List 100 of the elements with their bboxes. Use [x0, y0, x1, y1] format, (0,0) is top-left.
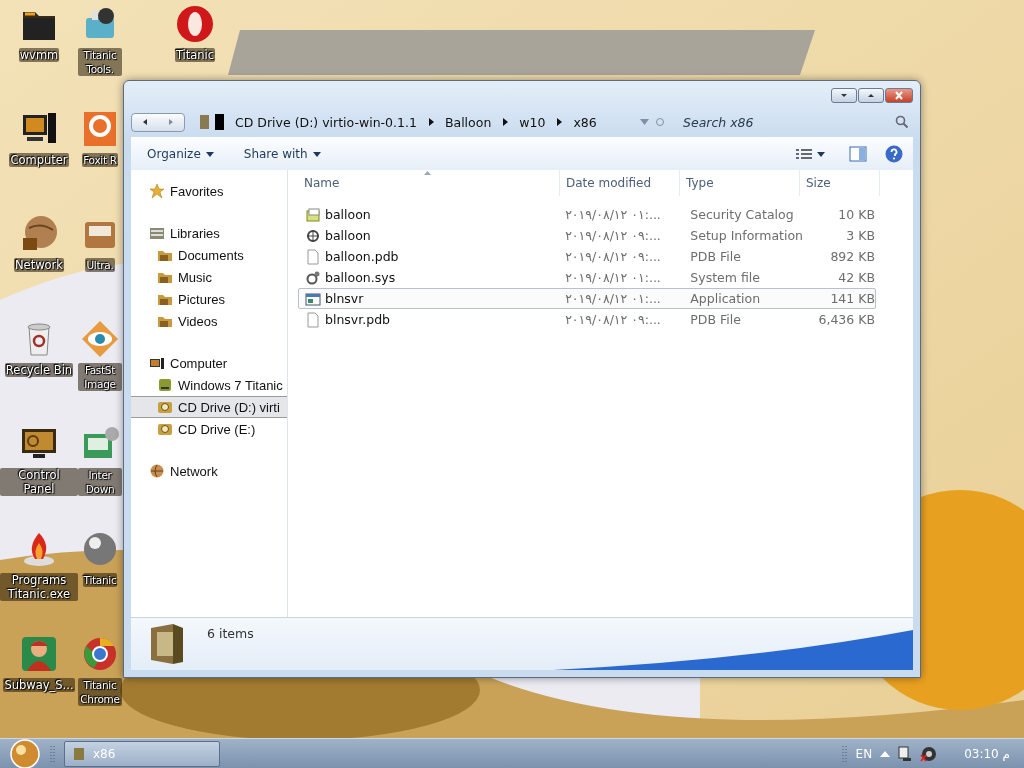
folder-icon	[73, 746, 85, 761]
icon-label[interactable]: Foxit R	[82, 153, 118, 167]
icon-label[interactable]: Subway_S...	[3, 678, 75, 692]
nav-item[interactable]: CD Drive (D:) virti	[131, 396, 287, 418]
file-name: balloon.sys	[325, 270, 396, 285]
size-cell-text: 141 KB	[829, 291, 875, 306]
caret-icon	[205, 151, 214, 157]
computer-icon	[149, 355, 165, 371]
figure-icon[interactable]	[19, 634, 59, 674]
icon-label[interactable]: Network	[14, 258, 64, 272]
gear-icon	[305, 269, 321, 286]
breadcrumb[interactable]: w10	[515, 114, 550, 130]
date-cell-text: ٢٠١٩/٠٨/١٢ ٠١:...	[565, 207, 662, 222]
disc-drive-icon	[157, 421, 173, 437]
back-icon[interactable]	[141, 118, 149, 126]
item-count: 6 items	[207, 626, 254, 641]
chevron-icon[interactable]	[501, 117, 510, 127]
icon-label[interactable]: Programs Titanic.exe	[0, 573, 78, 601]
icon-label[interactable]: wvmm	[18, 48, 60, 62]
nav-item[interactable]: Windows 7 Titanic	[131, 374, 287, 396]
breadcrumb[interactable]: x86	[569, 114, 601, 130]
network-icon	[149, 463, 165, 479]
type-cell-text: Application	[689, 291, 762, 306]
folder-icon	[149, 622, 185, 666]
date-cell-text: ٢٠١٩/٠٨/١٢ ٠٩:...	[565, 249, 662, 264]
nav-item[interactable]: Documents	[131, 244, 287, 266]
catalog-icon	[305, 206, 321, 223]
library-icon	[149, 225, 165, 241]
grip-icon	[841, 744, 848, 763]
size-cell-text: 892 KB	[829, 249, 875, 264]
column-header[interactable]: Size	[800, 170, 880, 196]
date-cell-text: ٢٠١٩/٠٨/١٢ ٠٩:...	[565, 228, 662, 243]
document-icon	[305, 248, 321, 265]
breadcrumb[interactable]: CD Drive (D:) virtio-win-0.1.1	[231, 114, 421, 130]
dropdown-icon[interactable]	[640, 119, 649, 125]
close-icon	[892, 89, 906, 102]
drive-icon	[199, 113, 225, 131]
up-arrow-icon[interactable]	[880, 750, 891, 757]
network-icon[interactable]	[898, 745, 913, 762]
caret-icon	[817, 151, 825, 157]
column-header[interactable]: Date modified	[560, 170, 680, 196]
gear-icon	[305, 227, 321, 244]
disc-drive-icon	[157, 399, 173, 415]
speaker-icon[interactable]	[920, 745, 937, 762]
icon-label[interactable]: Control Panel	[0, 468, 78, 496]
document-icon	[305, 311, 321, 328]
column-header[interactable]: Name	[288, 170, 560, 196]
nav-item[interactable]: CD Drive (E:)	[131, 418, 287, 440]
type-cell-text: PDB File	[689, 249, 742, 264]
icon-label[interactable]: Titanic	[174, 48, 216, 62]
file-name: blnsvr.pdb	[325, 312, 390, 327]
file-name: balloon	[325, 207, 371, 222]
icon-label[interactable]: Recycle Bin	[4, 363, 74, 377]
help-icon[interactable]	[885, 145, 903, 163]
list-icon	[796, 148, 812, 160]
forward-icon[interactable]	[167, 118, 175, 126]
file-name: balloon	[325, 228, 371, 243]
type-cell-text: Security Catalog	[689, 207, 795, 222]
icon-label[interactable]: Computer	[9, 153, 69, 167]
toolbar-button[interactable]: Share with	[237, 144, 327, 164]
close-button[interactable]	[885, 88, 913, 103]
type-cell-text: Setup Information	[689, 228, 804, 243]
date-cell-text: ٢٠١٩/٠٨/١٢ ٠٩:...	[565, 312, 662, 327]
size-cell-text: 3 KB	[845, 228, 875, 243]
date-cell-text: ٢٠١٩/٠٨/١٢ ٠١:...	[565, 291, 662, 306]
toolbar-button[interactable]: Organize	[141, 144, 220, 164]
grip-icon	[50, 744, 56, 763]
eye-icon[interactable]	[80, 319, 120, 359]
type-cell-text: System file	[689, 270, 761, 285]
nav-item[interactable]: Libraries	[131, 222, 287, 244]
window-icon	[305, 290, 321, 307]
search-field[interactable]: Search x86	[681, 113, 895, 131]
caret-icon	[312, 151, 321, 157]
sort-arrow-icon	[423, 171, 431, 175]
date-cell-text: ٢٠١٩/٠٨/١٢ ٠١:...	[565, 270, 662, 285]
ring-icon[interactable]	[175, 4, 215, 44]
nav-item[interactable]: Pictures	[131, 288, 287, 310]
icon-label[interactable]: Titanic	[82, 573, 118, 587]
maximize-button[interactable]	[858, 88, 884, 103]
star-icon	[149, 183, 165, 199]
icon-label[interactable]: Inter Down	[78, 468, 122, 496]
breadcrumb[interactable]: Balloon	[440, 114, 496, 130]
column-header[interactable]: Type	[680, 170, 800, 196]
search-icon[interactable]	[895, 115, 909, 129]
nav-item[interactable]: Videos	[131, 310, 287, 332]
minimize-button[interactable]	[831, 88, 857, 103]
icon-label[interactable]: Titanic Tools.	[78, 48, 122, 76]
nav-item[interactable]: Music	[131, 266, 287, 288]
nav-item[interactable]: Network	[131, 460, 287, 482]
icon-label[interactable]: Ultra.	[85, 258, 115, 272]
chevron-icon[interactable]	[555, 117, 564, 127]
nav-item[interactable]: Favorites	[131, 180, 287, 202]
size-cell-text: 6,436 KB	[817, 312, 875, 327]
icon-label[interactable]: FastSt Image	[78, 363, 122, 391]
chevron-icon[interactable]	[426, 117, 435, 127]
nav-item[interactable]: Computer	[131, 352, 287, 374]
drive-icon	[157, 377, 173, 393]
type-cell-text: PDB File	[689, 312, 742, 327]
size-cell-text: 42 KB	[837, 270, 875, 285]
icon-label[interactable]: Titanic Chrome	[78, 678, 122, 706]
